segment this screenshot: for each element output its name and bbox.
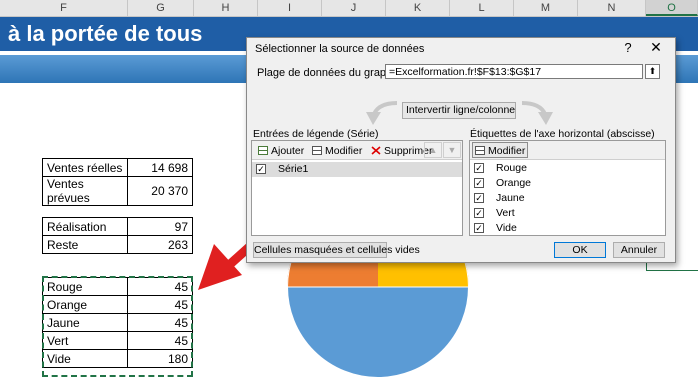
- move-up-button[interactable]: ▲: [424, 142, 442, 158]
- cell-label[interactable]: Rouge: [42, 277, 128, 296]
- cell-label[interactable]: Orange: [42, 295, 128, 314]
- column-header-o[interactable]: O: [646, 0, 698, 16]
- axis-item[interactable]: ✓ Vert: [470, 206, 665, 221]
- help-button[interactable]: ?: [621, 40, 635, 55]
- delete-icon: [371, 146, 381, 155]
- edit-icon: [312, 146, 322, 155]
- column-header-i[interactable]: I: [258, 0, 322, 16]
- column-header-bar: F G H I J K L M N O: [0, 0, 698, 17]
- cell-label[interactable]: Jaune: [42, 313, 128, 332]
- series-checkbox[interactable]: ✓: [256, 164, 266, 174]
- axis-item[interactable]: ✓ Vide: [470, 221, 665, 235]
- curve-arrow-left-icon: [366, 101, 398, 125]
- axis-label: Vert: [496, 207, 515, 219]
- legend-group-label: Entrées de légende (Série): [253, 128, 379, 140]
- axis-toolbar: Modifier: [470, 141, 665, 160]
- progress-table: Réalisation 97 Reste 263: [42, 217, 193, 254]
- cell-value[interactable]: 20 370: [127, 176, 193, 206]
- cell-value[interactable]: 180: [127, 349, 193, 368]
- move-down-button[interactable]: ▼: [443, 142, 461, 158]
- cell-value[interactable]: 45: [127, 331, 193, 350]
- select-data-source-dialog: Sélectionner la source de données ? ✕ Pl…: [246, 37, 676, 263]
- series-label: Série1: [278, 163, 309, 175]
- cell-label[interactable]: Reste: [42, 235, 128, 254]
- add-icon: [258, 146, 268, 155]
- legend-series-panel: Ajouter Modifier Supprimer ▲ ▼ ✓ Série1: [251, 140, 463, 236]
- curve-arrow-right-icon: [521, 101, 553, 125]
- column-header-m[interactable]: M: [514, 0, 578, 16]
- add-series-label: Ajouter: [271, 145, 305, 157]
- edit-axis-label: Modifier: [488, 145, 526, 157]
- cell-label[interactable]: Ventes réelles: [42, 158, 128, 177]
- column-header-j[interactable]: J: [322, 0, 386, 16]
- cell-label[interactable]: Vide: [42, 349, 128, 368]
- table-row: Vert 45: [42, 331, 193, 350]
- edit-series-button[interactable]: Modifier: [309, 142, 365, 158]
- table-row: Jaune 45: [42, 313, 193, 332]
- switch-row-column-button[interactable]: Intervertir ligne/colonne: [402, 102, 516, 119]
- table-row: Orange 45: [42, 295, 193, 314]
- cell-value[interactable]: 45: [127, 277, 193, 296]
- axis-labels-panel: Modifier ✓ Rouge ✓ Orange ✓ Jaune ✓ Vert…: [469, 140, 666, 236]
- close-button[interactable]: ✕: [647, 39, 665, 56]
- cell-value[interactable]: 45: [127, 313, 193, 332]
- cell-value[interactable]: 45: [127, 295, 193, 314]
- selection-edge: [646, 270, 698, 271]
- axis-item[interactable]: ✓ Jaune: [470, 191, 665, 206]
- cell-label[interactable]: Réalisation: [42, 217, 128, 236]
- cell-value[interactable]: 14 698: [127, 158, 193, 177]
- hidden-empty-cells-button[interactable]: Cellules masquées et cellules vides: [253, 242, 420, 258]
- ok-button[interactable]: OK: [554, 242, 606, 258]
- axis-label: Vide: [496, 222, 517, 234]
- cell-value[interactable]: 263: [127, 235, 193, 254]
- axis-checkbox[interactable]: ✓: [474, 208, 484, 218]
- cancel-button[interactable]: Annuler: [613, 242, 665, 258]
- axis-item[interactable]: ✓ Rouge: [470, 161, 665, 176]
- axis-checkbox[interactable]: ✓: [474, 163, 484, 173]
- axis-item[interactable]: ✓ Orange: [470, 176, 665, 191]
- column-header-l[interactable]: L: [450, 0, 514, 16]
- legend-toolbar: Ajouter Modifier Supprimer ▲ ▼: [252, 141, 462, 160]
- column-header-f[interactable]: F: [0, 0, 128, 16]
- edit-series-label: Modifier: [325, 145, 363, 157]
- table-row: Vide 180: [42, 349, 193, 368]
- axis-checkbox[interactable]: ✓: [474, 193, 484, 203]
- axis-label: Jaune: [496, 192, 525, 204]
- axis-label: Rouge: [496, 162, 527, 174]
- table-row: Rouge 45: [42, 277, 193, 296]
- axis-checkbox[interactable]: ✓: [474, 223, 484, 233]
- edit-icon: [475, 146, 485, 155]
- color-table: Rouge 45 Orange 45 Jaune 45 Vert 45 Vide…: [42, 277, 193, 368]
- table-row: Ventes prévues 20 370: [42, 176, 193, 206]
- table-row: Ventes réelles 14 698: [42, 158, 193, 177]
- column-header-n[interactable]: N: [578, 0, 646, 16]
- cell-label[interactable]: Ventes prévues: [42, 176, 128, 206]
- sales-table: Ventes réelles 14 698 Ventes prévues 20 …: [42, 158, 193, 206]
- cell-label[interactable]: Vert: [42, 331, 128, 350]
- dialog-title: Sélectionner la source de données: [255, 43, 425, 55]
- axis-group-label: Étiquettes de l'axe horizontal (abscisse…: [470, 128, 655, 140]
- column-header-h[interactable]: H: [194, 0, 258, 16]
- axis-checkbox[interactable]: ✓: [474, 178, 484, 188]
- series-item[interactable]: ✓ Série1: [252, 162, 462, 177]
- edit-axis-button[interactable]: Modifier: [472, 142, 529, 158]
- collapse-dialog-button[interactable]: ⬆: [645, 64, 660, 79]
- add-series-button[interactable]: Ajouter: [255, 142, 307, 158]
- cell-value[interactable]: 97: [127, 217, 193, 236]
- banner-title: à la portée de tous: [8, 21, 203, 46]
- pie-slice-main[interactable]: [287, 286, 469, 378]
- column-header-g[interactable]: G: [128, 0, 194, 16]
- column-header-k[interactable]: K: [386, 0, 450, 16]
- range-input[interactable]: [385, 64, 643, 79]
- axis-label: Orange: [496, 177, 532, 189]
- table-row: Réalisation 97: [42, 217, 193, 236]
- table-row: Reste 263: [42, 235, 193, 254]
